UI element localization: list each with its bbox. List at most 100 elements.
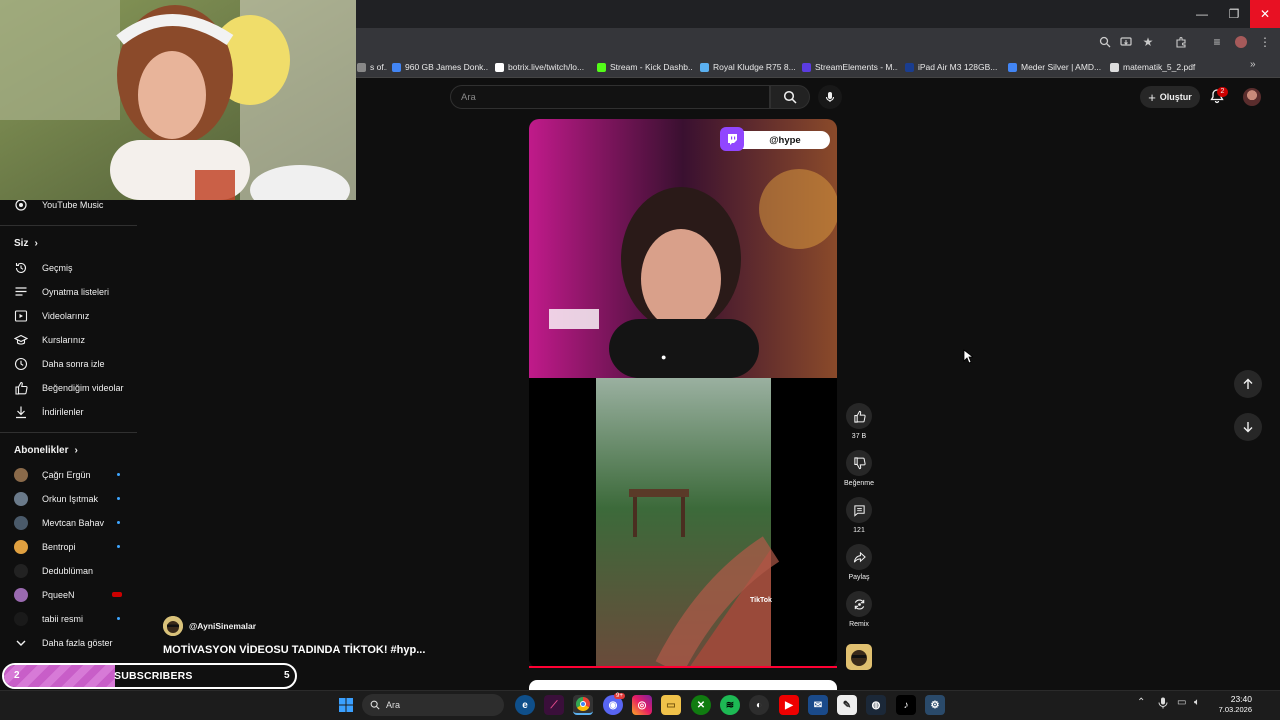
share-icon bbox=[853, 551, 866, 562]
restore-icon[interactable]: ❐ bbox=[1218, 0, 1250, 28]
network-tray-icon[interactable]: ▭ bbox=[1177, 697, 1186, 708]
subscription-item[interactable]: PqueeN bbox=[0, 583, 137, 607]
search-button[interactable] bbox=[770, 85, 810, 109]
bookmark-item[interactable]: Stream - Kick Dashb... bbox=[597, 60, 692, 74]
subscription-item[interactable]: Çağrı Ergün bbox=[0, 463, 137, 487]
search-icon bbox=[370, 700, 380, 710]
clock-date[interactable]: 7.03.2026 bbox=[1214, 705, 1252, 714]
subscription-item[interactable]: Mevtcan Bahav bbox=[0, 511, 137, 535]
windows-start-icon[interactable] bbox=[336, 695, 356, 715]
courses-icon bbox=[14, 333, 28, 347]
remix-button[interactable] bbox=[846, 591, 872, 617]
sidebar-item-watch-later[interactable]: Daha sonra izle bbox=[0, 352, 137, 376]
premiere-icon[interactable]: ⟋ bbox=[544, 695, 564, 715]
obs-icon[interactable]: ◐ bbox=[749, 695, 769, 715]
account-avatar[interactable] bbox=[1243, 88, 1261, 106]
subscription-label: PqueeN bbox=[42, 590, 75, 600]
bookmark-item[interactable]: iPad Air M3 128GB... bbox=[905, 60, 1001, 74]
tray-overflow-icon[interactable]: ⌃ bbox=[1137, 697, 1145, 708]
install-app-icon[interactable] bbox=[1117, 33, 1135, 51]
spotify-icon[interactable]: ≋ bbox=[720, 695, 740, 715]
microphone-tray-icon[interactable] bbox=[1158, 697, 1168, 712]
zoom-icon[interactable] bbox=[1096, 33, 1114, 51]
channel-name-link[interactable]: @AyniSinemalar bbox=[189, 621, 256, 631]
network-tool-icon[interactable]: ⚙ bbox=[925, 695, 945, 715]
bookmark-item[interactable]: StreamElements - M... bbox=[802, 60, 898, 74]
notepad-icon[interactable]: ✎ bbox=[837, 695, 857, 715]
short-video-player[interactable] bbox=[529, 119, 837, 668]
sidebar-item-playlists[interactable]: Oynatma listeleri bbox=[0, 280, 137, 304]
sidebar-item-liked[interactable]: Beğendiğim videolar bbox=[0, 376, 137, 400]
create-button[interactable]: + Oluştur bbox=[1140, 86, 1200, 108]
tiktok-watermark: TikTok bbox=[750, 597, 772, 604]
extensions-icon[interactable] bbox=[1172, 33, 1190, 51]
bookmark-item[interactable]: 960 GB James Donk... bbox=[392, 60, 488, 74]
edge-icon[interactable]: e bbox=[515, 695, 535, 715]
more-menu-icon[interactable]: ⋮ bbox=[1256, 33, 1274, 51]
close-window-icon[interactable]: ✕ bbox=[1250, 0, 1280, 28]
subscription-item[interactable]: Dedublüman bbox=[0, 559, 137, 583]
subscription-item[interactable]: tabii resmi bbox=[0, 607, 137, 631]
new-content-dot bbox=[117, 545, 120, 548]
share-button[interactable] bbox=[846, 544, 872, 570]
bookmark-item[interactable]: Meder Silver | AMD... bbox=[1008, 60, 1103, 74]
next-short-button[interactable] bbox=[1234, 413, 1262, 441]
playlists-icon bbox=[14, 285, 28, 299]
comments-action[interactable]: 121 bbox=[844, 497, 874, 534]
sidebar-show-more[interactable]: Daha fazla göster bbox=[0, 631, 137, 655]
file-explorer-icon[interactable]: ▭ bbox=[661, 695, 681, 715]
mail-icon[interactable]: ✉ bbox=[808, 695, 828, 715]
remix-action[interactable]: Remix bbox=[844, 591, 874, 628]
channel-avatar[interactable] bbox=[163, 616, 183, 636]
subscriptions-heading-label: Abonelikler bbox=[14, 445, 69, 456]
bookmark-star-icon[interactable]: ★ bbox=[1139, 33, 1157, 51]
youtube-icon[interactable]: ▶ bbox=[779, 695, 799, 715]
subscription-label: Bentropi bbox=[42, 542, 76, 552]
bookmark-label: Stream - Kick Dashb... bbox=[610, 62, 692, 72]
bookmark-item[interactable]: botrix.live/twitch/lo... bbox=[495, 60, 590, 74]
comments-button[interactable] bbox=[846, 497, 872, 523]
tiktok-icon[interactable]: ♪ bbox=[896, 695, 916, 715]
you-section-heading[interactable]: Siz › bbox=[14, 238, 38, 249]
bookmark-item[interactable]: Royal Kludge R75 8... bbox=[700, 60, 795, 74]
subscriber-goal-label: SUBSCRIBERS bbox=[114, 670, 193, 682]
dislike-label: Beğenme bbox=[844, 480, 874, 487]
minimize-icon[interactable]: — bbox=[1186, 0, 1218, 28]
voice-search-button[interactable] bbox=[818, 85, 842, 109]
bookmarks-overflow-icon[interactable]: » bbox=[1250, 59, 1256, 70]
dislike-action[interactable]: Beğenme bbox=[844, 450, 874, 487]
search-input[interactable]: Ara bbox=[450, 85, 770, 109]
bookmark-label: 960 GB James Donk... bbox=[405, 62, 488, 72]
sidebar-item-downloads[interactable]: İndirilenler bbox=[0, 400, 137, 424]
instagram-icon[interactable]: ◎ bbox=[632, 695, 652, 715]
clock-time[interactable]: 23:40 bbox=[1218, 694, 1252, 704]
like-button[interactable] bbox=[846, 403, 872, 429]
dislike-button[interactable] bbox=[846, 450, 872, 476]
liked-icon bbox=[14, 381, 28, 395]
volume-tray-icon[interactable]: 🔈︎ bbox=[1194, 697, 1200, 708]
subscription-item[interactable]: Bentropi bbox=[0, 535, 137, 559]
sidebar-item-courses[interactable]: Kurslarınız bbox=[0, 328, 137, 352]
bookmark-item[interactable]: matematik_5_2.pdf bbox=[1110, 60, 1200, 74]
steam-icon[interactable]: ◍ bbox=[866, 695, 886, 715]
short-title[interactable]: MOTİVASYON VİDEOSU TADINDA TİKTOK! #hyp.… bbox=[163, 644, 425, 656]
arrow-up-icon bbox=[1243, 378, 1253, 389]
channel-thumbnail[interactable] bbox=[846, 644, 872, 670]
media-control-icon[interactable]: ≡ bbox=[1208, 33, 1226, 51]
chrome-icon[interactable] bbox=[573, 695, 593, 715]
sidebar-item-history[interactable]: Geçmiş bbox=[0, 256, 137, 280]
share-action[interactable]: Paylaş bbox=[844, 544, 874, 581]
show-more-label: Daha fazla göster bbox=[42, 638, 113, 648]
sidebar-item-your-videos[interactable]: Videolarınız bbox=[0, 304, 137, 328]
subscriptions-section-heading[interactable]: Abonelikler › bbox=[14, 445, 78, 456]
short-progress-bar[interactable] bbox=[529, 666, 837, 668]
subscription-item[interactable]: Orkun Işıtmak bbox=[0, 487, 137, 511]
microphone-icon bbox=[825, 92, 835, 102]
previous-short-button[interactable] bbox=[1234, 370, 1262, 398]
xbox-icon[interactable]: ✕ bbox=[691, 695, 711, 715]
bookmark-label: Royal Kludge R75 8... bbox=[713, 62, 795, 72]
like-action[interactable]: 37 B bbox=[844, 403, 874, 440]
bookmark-item[interactable]: s of... bbox=[357, 60, 387, 74]
profile-avatar-icon[interactable] bbox=[1232, 33, 1250, 51]
taskbar-search[interactable]: Ara bbox=[362, 694, 504, 716]
